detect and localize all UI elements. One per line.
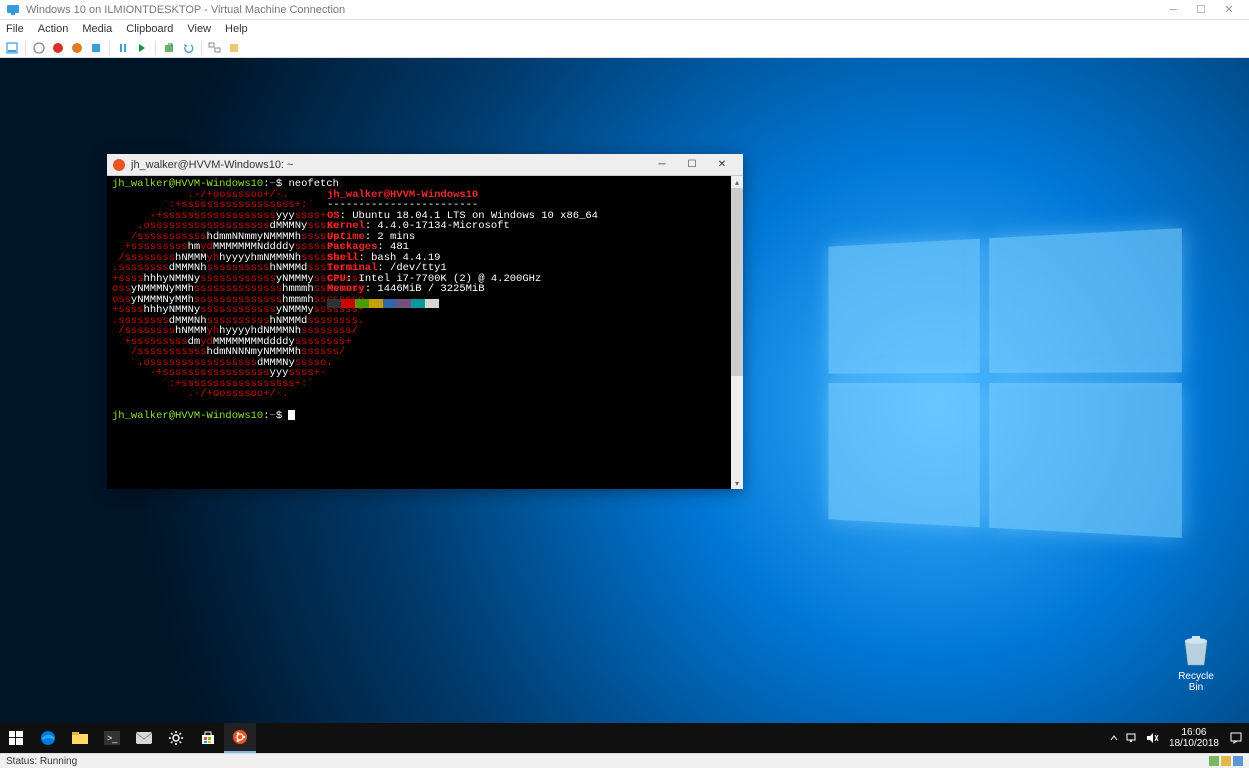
menu-help[interactable]: Help: [225, 23, 248, 35]
taskbar-clock[interactable]: 16:06 18/10/2018: [1165, 727, 1223, 749]
guest-desktop[interactable]: Recycle Bin jh_walker@HVVM-Windows10: ~ …: [0, 58, 1249, 753]
settings-icon[interactable]: [160, 723, 192, 753]
clock-time: 16:06: [1169, 727, 1219, 738]
action-center-icon[interactable]: [1229, 731, 1243, 745]
ubuntu-icon: [113, 159, 125, 171]
vmc-title: Windows 10 on ILMIONTDESKTOP - Virtual M…: [26, 4, 1159, 16]
svg-text:>_: >_: [107, 733, 118, 743]
pause-icon[interactable]: [115, 40, 131, 56]
maximize-button[interactable]: ☐: [1187, 1, 1215, 19]
tray-volume-icon[interactable]: [1145, 732, 1159, 744]
menu-view[interactable]: View: [187, 23, 211, 35]
guest-taskbar: >_ 16:06 18/10/2018: [0, 723, 1249, 753]
menu-media[interactable]: Media: [82, 23, 112, 35]
close-button[interactable]: ✕: [1215, 1, 1243, 19]
status-text: Status: Running: [6, 756, 77, 767]
shutdown-icon[interactable]: [69, 40, 85, 56]
recycle-bin-label: Recycle Bin: [1171, 671, 1221, 693]
enhanced-icon[interactable]: [207, 40, 223, 56]
terminal-title: jh_walker@HVVM-Windows10: ~: [131, 159, 647, 171]
terminal-cursor: [288, 410, 295, 420]
scrollbar-thumb[interactable]: [731, 188, 743, 376]
terminal-maximize-button[interactable]: ☐: [677, 155, 707, 175]
clock-date: 18/10/2018: [1169, 738, 1219, 749]
scroll-down-icon[interactable]: ▾: [731, 477, 743, 489]
edge-icon[interactable]: [32, 723, 64, 753]
terminal-titlebar[interactable]: jh_walker@HVVM-Windows10: ~ ─ ☐ ✕: [107, 154, 743, 176]
save-icon[interactable]: [88, 40, 104, 56]
ctrlaltdel-icon[interactable]: [4, 40, 20, 56]
tray-up-icon[interactable]: [1109, 733, 1119, 743]
menu-clipboard[interactable]: Clipboard: [126, 23, 173, 35]
ubuntu-taskbar-icon[interactable]: [224, 723, 256, 753]
explorer-icon[interactable]: [64, 723, 96, 753]
menu-file[interactable]: File: [6, 23, 24, 35]
vmc-toolbar: [0, 38, 1249, 58]
terminal-taskbar-icon[interactable]: >_: [96, 723, 128, 753]
minimize-button[interactable]: ─: [1159, 1, 1187, 19]
terminal-body[interactable]: jh_walker@HVVM-Windows10:~$ neofetch .-/…: [107, 176, 731, 489]
recycle-bin-icon[interactable]: Recycle Bin: [1171, 631, 1221, 693]
neofetch-ascii-logo: .-/+oossssoo+/-. `:+ssssssssssssssssss+:…: [112, 190, 327, 400]
neofetch-color-blocks: [327, 299, 726, 308]
vmc-titlebar: Windows 10 on ILMIONTDESKTOP - Virtual M…: [0, 0, 1249, 20]
status-icons: [1209, 756, 1243, 766]
start-icon[interactable]: [31, 40, 47, 56]
start-button[interactable]: [0, 723, 32, 753]
checkpoint-icon[interactable]: [161, 40, 177, 56]
windows-logo-wallpaper: [829, 228, 1182, 538]
revert-icon[interactable]: [180, 40, 196, 56]
terminal-scrollbar[interactable]: ▴ ▾: [731, 176, 743, 489]
store-icon[interactable]: [192, 723, 224, 753]
tray-network-icon[interactable]: [1125, 732, 1139, 744]
reset-icon[interactable]: [134, 40, 150, 56]
terminal-window: jh_walker@HVVM-Windows10: ~ ─ ☐ ✕ jh_wal…: [107, 154, 743, 489]
turnoff-icon[interactable]: [50, 40, 66, 56]
terminal-close-button[interactable]: ✕: [707, 155, 737, 175]
menu-action[interactable]: Action: [38, 23, 69, 35]
vmc-app-icon: [6, 3, 20, 17]
scroll-up-icon[interactable]: ▴: [731, 176, 743, 188]
vmc-menubar: File Action Media Clipboard View Help: [0, 20, 1249, 38]
vmc-statusbar: Status: Running: [0, 753, 1249, 768]
terminal-minimize-button[interactable]: ─: [647, 155, 677, 175]
mail-icon[interactable]: [128, 723, 160, 753]
neofetch-info: jh_walker@HVVM-Windows10 ---------------…: [327, 190, 726, 400]
share-icon[interactable]: [226, 40, 242, 56]
